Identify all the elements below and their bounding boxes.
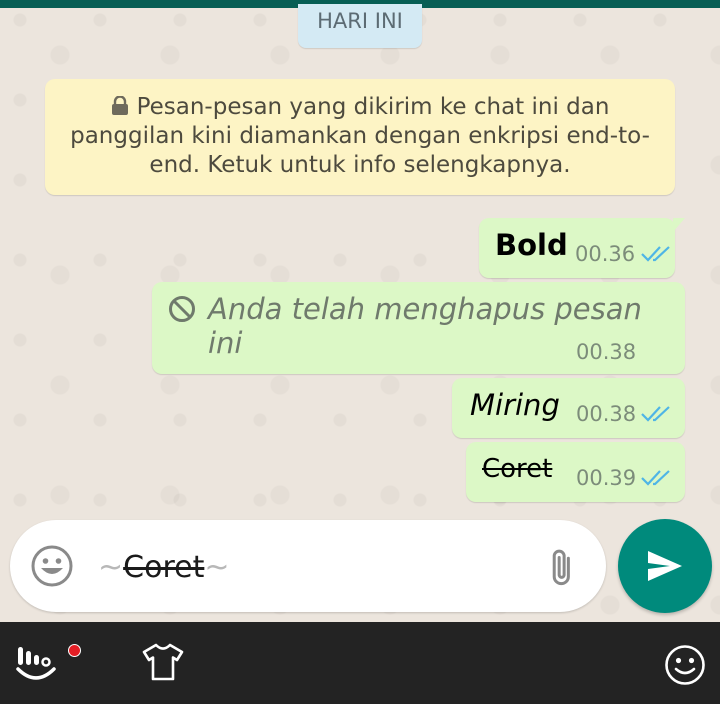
message-composer: ~Coret~ — [10, 520, 606, 612]
lock-icon — [111, 96, 128, 115]
message-bubble[interactable]: Coret 00.39 — [466, 442, 685, 502]
message-input[interactable]: ~Coret~ — [98, 550, 229, 585]
message-bubble[interactable]: Bold 00.36 — [479, 218, 685, 278]
double-check-icon — [641, 470, 670, 486]
format-marker: ~ — [98, 550, 124, 585]
message-time: 00.36 — [575, 242, 636, 266]
message-text: Coret — [482, 454, 553, 484]
emoji-icon[interactable] — [30, 544, 74, 588]
message-text: Miring — [470, 388, 560, 422]
encryption-notice[interactable]: Pesan-pesan yang dikirim ke chat ini dan… — [45, 79, 675, 195]
message-text: Bold — [495, 228, 568, 262]
date-separator: HARI INI — [298, 4, 422, 48]
send-button[interactable] — [618, 519, 712, 613]
deleted-message-bubble[interactable]: Anda telah menghapus pesan ini 00.38 — [152, 282, 685, 374]
message-bubble[interactable]: Miring 00.38 — [452, 378, 685, 438]
notification-dot — [68, 644, 81, 657]
attach-icon[interactable] — [540, 544, 584, 588]
bubble-tail — [673, 218, 685, 232]
emoji-panel-icon[interactable] — [664, 644, 706, 686]
send-icon — [648, 551, 682, 581]
message-time: 00.39 — [576, 466, 637, 490]
blocked-icon — [169, 296, 195, 322]
message-input-text: Coret — [123, 550, 205, 585]
double-check-icon — [641, 246, 670, 262]
keyboard-toolbar — [0, 622, 720, 704]
theme-shirt-icon[interactable] — [141, 642, 185, 682]
encryption-notice-text: Pesan-pesan yang dikirim ke chat ini dan… — [70, 94, 650, 178]
message-time: 00.38 — [576, 340, 637, 364]
double-check-icon — [641, 406, 670, 422]
keyboard-logo-icon[interactable] — [14, 641, 58, 685]
format-marker: ~ — [204, 550, 230, 585]
message-time: 00.38 — [576, 402, 637, 426]
